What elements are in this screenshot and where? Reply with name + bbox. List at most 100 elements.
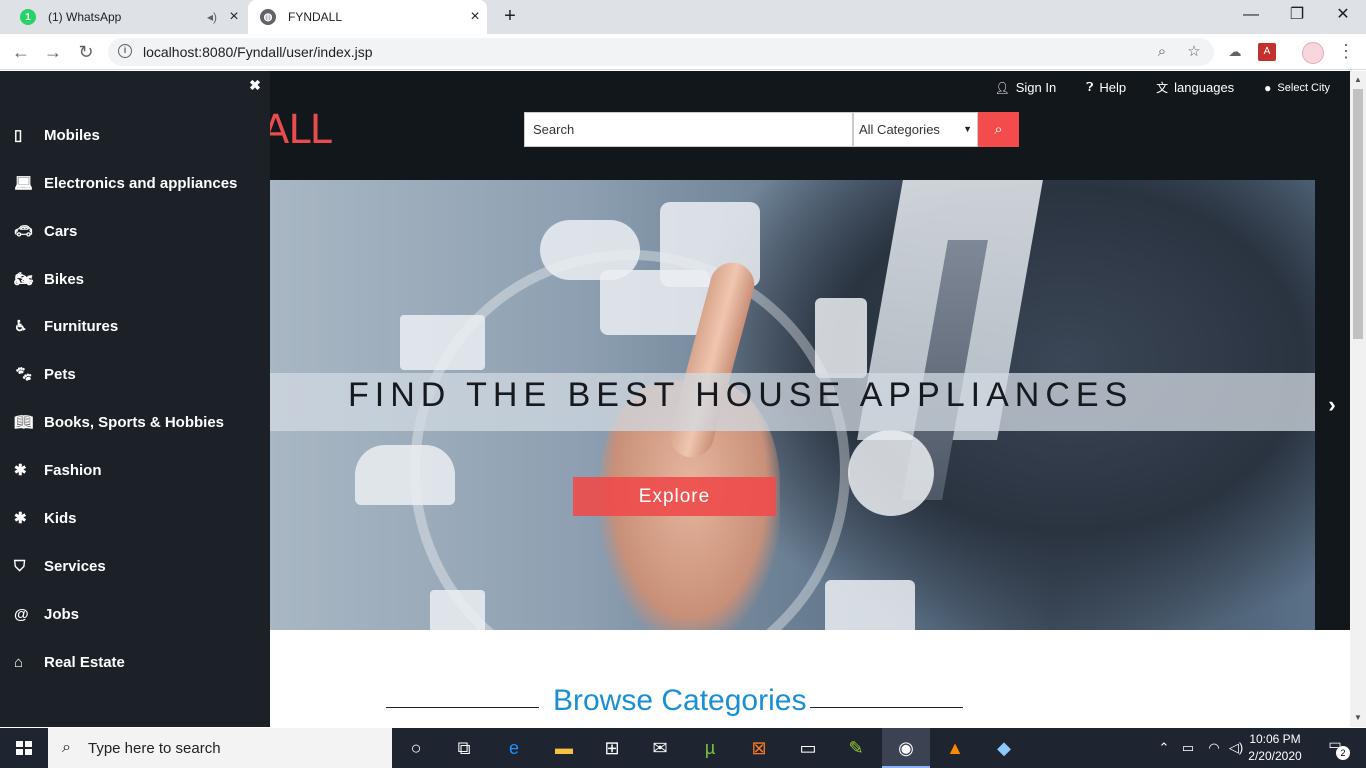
tablet-graphic-icon [815,298,867,378]
sidebar-item-cars[interactable]: 🚗︎ Cars [12,216,262,246]
notifications-icon[interactable]: ▭ 2 [1320,736,1350,760]
sidebar-item-kids[interactable]: ✱ Kids [12,503,262,533]
scroll-down-icon[interactable]: ▼ [1350,711,1366,725]
terminal-icon[interactable]: ▭ [784,728,832,768]
scroll-up-icon[interactable]: ▲ [1350,73,1366,87]
tab-whatsapp[interactable]: 1 (1) WhatsApp ◂) × [8,0,246,34]
book-icon: 📖︎ [14,414,34,431]
category-selected: All Categories [859,122,940,137]
edge-icon[interactable]: e [490,728,538,768]
close-tab-icon[interactable]: × [463,8,487,26]
sidebar-item-label: Real Estate [44,653,125,671]
file-explorer-icon[interactable]: ▬ [540,728,588,768]
hero-headline: FIND THE BEST HOUSE APPLIANCES [348,376,1134,414]
vlc-icon[interactable]: ▲ [931,728,979,768]
caret-down-icon: ▼ [963,124,972,134]
tab-title: FYNDALL [288,10,343,24]
sign-in-link[interactable]: 👤︎ Sign In [994,80,1056,95]
close-tab-icon[interactable]: × [222,8,246,26]
cortana-icon[interactable]: ○ [392,728,440,768]
search-button[interactable]: ⌕ [978,112,1019,147]
close-sidebar-icon[interactable]: ✖ [247,77,263,94]
sidebar-item-furnitures[interactable]: ♿︎ Furnitures [12,311,262,341]
sidebar-item-books-sports-hobbies[interactable]: 📖︎ Books, Sports & Hobbies [12,407,262,437]
browser-toolbar: ← → ↻ i localhost:8080/Fyndall/user/inde… [0,34,1366,70]
site-logo[interactable]: ALL [262,107,332,153]
taskbar: ⌕ Type here to search ○ ⧉ e ▬ ⊞ ✉ µ ⊠ ▭ … [0,728,1366,768]
sidebar-item-label: Mobiles [44,126,100,144]
explore-button[interactable]: Explore [573,477,776,516]
sidebar-item-services[interactable]: ⛉ Services [12,551,262,581]
pdf-extension-icon[interactable]: A [1258,43,1276,61]
hero-carousel: FIND THE BEST HOUSE APPLIANCES Explore [270,180,1315,630]
date-text: 2/20/2020 [1248,749,1302,763]
start-button[interactable] [0,728,48,768]
device-graphic-icon [430,590,485,630]
reload-icon[interactable]: ↻ [73,39,99,65]
notepad-icon[interactable]: ✎ [832,728,880,768]
sign-in-label: Sign In [1015,80,1057,95]
divider-left [386,707,539,708]
scroll-thumb[interactable] [1353,89,1363,339]
sidebar-item-mobiles[interactable]: ▯ Mobiles [12,120,262,150]
paw-icon: 🐾︎ [14,366,34,383]
xampp-icon[interactable]: ⊠ [735,728,783,768]
forward-arrow-icon[interactable]: → [40,39,66,65]
info-icon[interactable]: i [118,44,132,58]
minimize-button[interactable]: — [1228,0,1274,34]
search-icon: ⌕ [994,121,1003,138]
browse-categories-heading: Browse Categories [553,684,807,717]
profile-avatar[interactable] [1302,42,1324,64]
select-city-link[interactable]: ● Select City [1264,81,1330,95]
search-input[interactable]: Search [524,112,853,147]
speaker-icon[interactable]: ◂) [202,10,222,24]
chevron-right-icon[interactable]: › [1318,390,1346,420]
new-tab-button[interactable]: + [498,5,522,29]
address-bar[interactable]: i localhost:8080/Fyndall/user/index.jsp … [108,38,1214,66]
chevron-up-icon[interactable]: ⌃ [1156,728,1172,768]
mail-icon[interactable]: ✉ [636,728,684,768]
sidebar-item-electronics[interactable]: 💻︎ Electronics and appliances [12,168,262,198]
help-label: Help [1099,80,1127,95]
sidebar-item-label: Fashion [44,461,102,479]
laptop-graphic-icon [400,315,485,370]
store-icon[interactable]: ⊞ [588,728,636,768]
languages-link[interactable]: 文 languages [1156,79,1234,96]
languages-label: languages [1174,80,1235,95]
bookmark-star-icon[interactable]: ☆ [1184,43,1204,61]
zoom-icon[interactable]: ⌕ [1152,43,1172,61]
browser-menu-icon[interactable]: ⋮ [1336,40,1356,62]
sidebar-item-real-estate[interactable]: ⌂ Real Estate [12,647,262,677]
virtualbox-icon[interactable]: ◆ [980,728,1028,768]
globe-graphic-icon [848,430,934,516]
globe-icon: ◍ [260,9,276,25]
globe-icon: ● [1264,80,1272,95]
battery-icon[interactable]: ▭ [1178,728,1198,768]
help-link[interactable]: ❓︎ Help [1086,80,1126,95]
whatsapp-badge-icon: 1 [20,9,36,25]
camera-graphic-icon [825,580,915,630]
category-sidebar: ✖ ▯ Mobiles 💻︎ Electronics and appliance… [0,71,270,727]
select-city-label: Select City [1277,81,1330,94]
mobile-icon: ▯ [14,127,23,144]
back-arrow-icon[interactable]: ← [8,39,34,65]
page-scrollbar[interactable]: ▲ ▼ [1350,71,1366,727]
taskbar-search-placeholder: Type here to search [88,739,221,757]
sidebar-item-fashion[interactable]: ✱ Fashion [12,455,262,485]
sidebar-item-jobs[interactable]: @ Jobs [12,599,262,629]
screen: 1 (1) WhatsApp ◂) × ◍ FYNDALL × + — ❐ ✕ … [0,0,1366,768]
wifi-icon[interactable]: ◠ [1204,728,1224,768]
extension-cloud-icon[interactable]: ☁ [1226,43,1244,61]
category-select[interactable]: All Categories ▼ [853,112,978,147]
close-window-button[interactable]: ✕ [1320,0,1366,34]
taskbar-search[interactable]: ⌕ Type here to search [48,728,392,768]
task-view-icon[interactable]: ⧉ [440,728,488,768]
sidebar-item-bikes[interactable]: 🏍︎ Bikes [12,264,262,294]
utorrent-icon[interactable]: µ [686,728,734,768]
sidebar-item-pets[interactable]: 🐾︎ Pets [12,359,262,389]
people-graphic-icon [355,445,455,505]
clock[interactable]: 10:06 PM 2/20/2020 [1240,731,1310,765]
chrome-icon[interactable]: ◉ [882,728,930,768]
tab-fyndall[interactable]: ◍ FYNDALL × [248,0,487,34]
restore-button[interactable]: ❐ [1274,0,1320,34]
